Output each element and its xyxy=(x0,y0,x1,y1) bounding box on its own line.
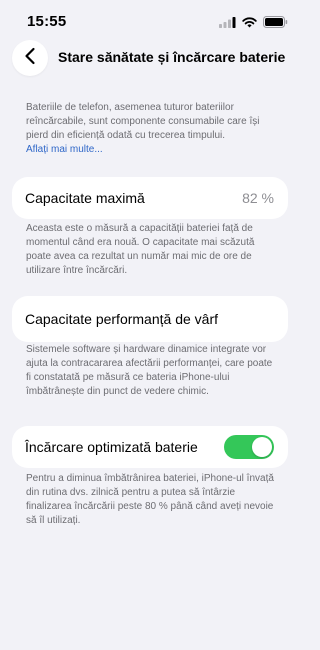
intro-text: Bateriile de telefon, asemenea tuturor b… xyxy=(26,102,260,141)
intro-section: Bateriile de telefon, asemenea tuturor b… xyxy=(26,101,282,157)
back-button[interactable] xyxy=(12,40,48,76)
battery-icon xyxy=(263,15,288,33)
peak-performance-label: Capacitate performanță de vârf xyxy=(25,311,218,327)
wifi-icon xyxy=(242,15,257,33)
max-capacity-value: 82 % xyxy=(242,190,274,206)
optimized-charging-label: Încărcare optimizată baterie xyxy=(25,439,198,455)
status-bar: 15:55 xyxy=(0,0,300,40)
chevron-left-icon xyxy=(24,47,36,70)
learn-more-link[interactable]: Aflați mai multe... xyxy=(26,143,282,157)
page-title: Stare sănătate și încărcare baterie xyxy=(58,49,286,65)
navigation-bar: Stare sănătate și încărcare baterie xyxy=(0,40,300,80)
status-time: 15:55 xyxy=(27,13,67,30)
optimized-charging-toggle[interactable] xyxy=(224,435,274,459)
optimized-charging-note: Pentru a diminua îmbătrânirea bateriei, … xyxy=(26,473,274,526)
toggle-knob xyxy=(252,437,272,457)
peak-performance-note: Sistemele software și hardware dinamice … xyxy=(26,344,273,397)
max-capacity-row: Capacitate maximă 82 % xyxy=(12,177,288,219)
peak-performance-row: Capacitate performanță de vârf xyxy=(12,296,288,342)
cellular-signal-icon xyxy=(219,15,236,33)
max-capacity-note: Aceasta este o măsură a capacității bate… xyxy=(26,223,255,276)
optimized-charging-row: Încărcare optimizată baterie xyxy=(12,426,288,468)
status-icons xyxy=(219,15,288,33)
max-capacity-label: Capacitate maximă xyxy=(25,190,145,206)
